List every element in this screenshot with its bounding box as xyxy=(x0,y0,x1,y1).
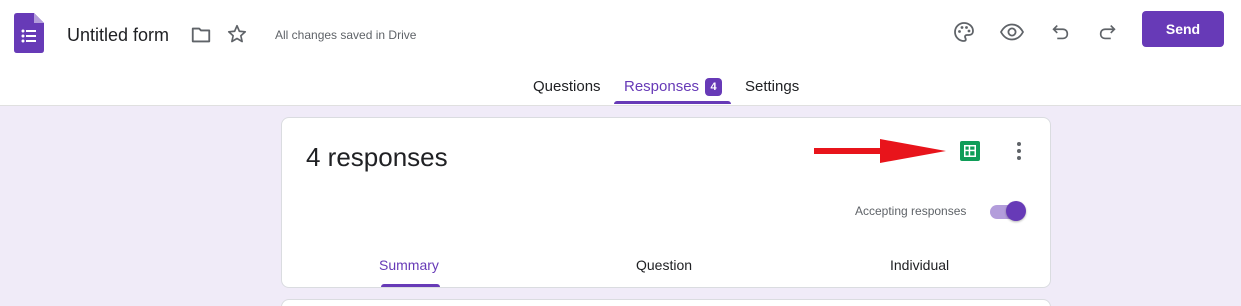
undo-icon xyxy=(1052,24,1069,40)
customize-theme-button[interactable] xyxy=(949,17,979,47)
redo-icon xyxy=(1099,24,1116,40)
subtab-question[interactable]: Question xyxy=(636,257,692,273)
star-icon[interactable] xyxy=(226,23,248,45)
more-vert-icon[interactable] xyxy=(1009,140,1029,162)
preview-button[interactable] xyxy=(997,17,1027,47)
tab-responses[interactable]: Responses xyxy=(624,78,699,96)
responses-card: 4 responses Accepting responses Summary … xyxy=(281,117,1051,288)
eye-icon xyxy=(999,23,1025,41)
tab-questions[interactable]: Questions xyxy=(533,78,601,96)
undo-button[interactable] xyxy=(1045,17,1075,47)
accepting-responses-label: Accepting responses xyxy=(855,204,967,218)
form-title[interactable]: Untitled form xyxy=(67,24,169,46)
red-arrow xyxy=(814,139,946,163)
tab-settings[interactable]: Settings xyxy=(745,78,799,96)
responses-count-badge: 4 xyxy=(705,78,722,96)
google-forms-icon[interactable] xyxy=(14,13,44,53)
accepting-responses-toggle[interactable] xyxy=(988,201,1026,221)
active-subtab-indicator xyxy=(381,284,440,287)
send-button[interactable]: Send xyxy=(1142,11,1224,47)
next-card xyxy=(281,299,1051,306)
top-app-bar: Untitled form All changes saved in Drive xyxy=(0,0,1241,106)
redo-button[interactable] xyxy=(1093,17,1123,47)
active-tab-indicator xyxy=(614,101,731,104)
toggle-thumb xyxy=(1006,201,1026,221)
folder-icon[interactable] xyxy=(190,24,212,46)
subtab-summary[interactable]: Summary xyxy=(379,257,439,273)
subtab-individual[interactable]: Individual xyxy=(890,257,949,273)
responses-count-title: 4 responses xyxy=(306,142,448,172)
palette-icon xyxy=(954,22,974,42)
save-status: All changes saved in Drive xyxy=(275,28,417,42)
sheets-icon[interactable] xyxy=(960,141,980,161)
